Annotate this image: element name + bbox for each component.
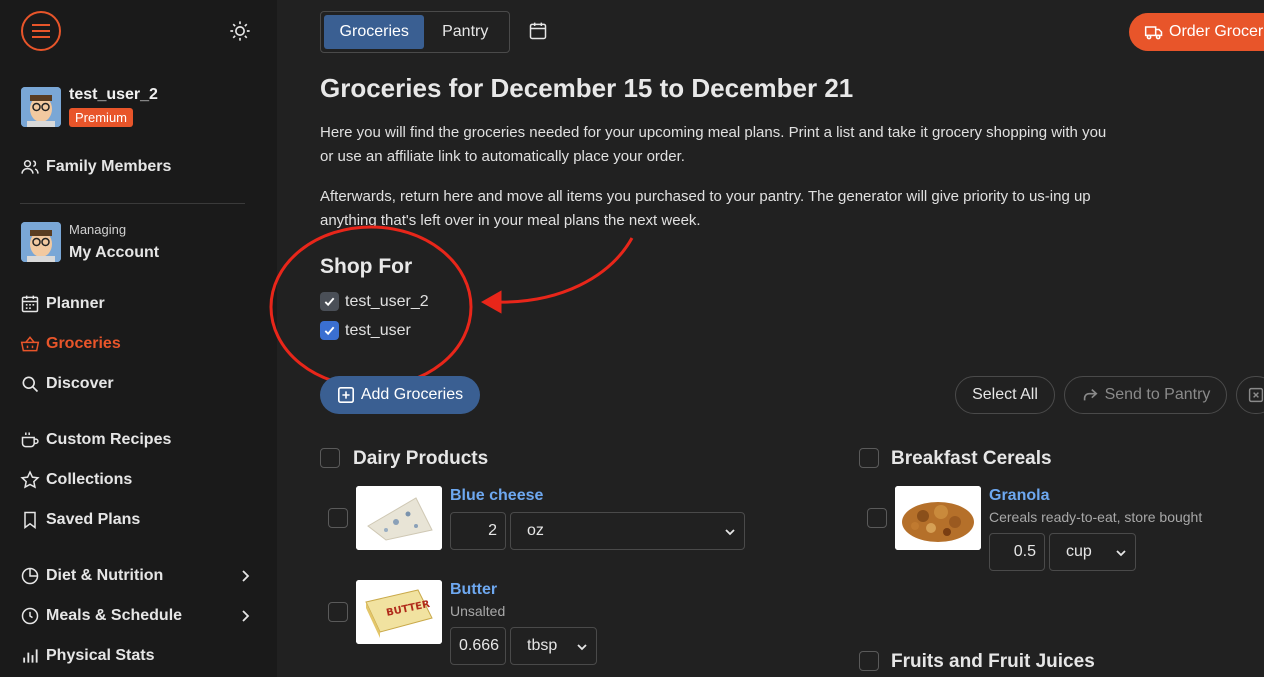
x-square-icon — [1248, 387, 1264, 403]
user-name: test_user_2 — [69, 86, 158, 103]
sidebar-item-planner[interactable]: Planner — [20, 292, 105, 316]
clock-icon — [21, 607, 39, 625]
search-icon — [22, 376, 39, 393]
sidebar-item-discover[interactable]: Discover — [20, 372, 114, 396]
sidebar-item-label: Physical Stats — [46, 647, 155, 664]
granola-image — [895, 486, 981, 550]
users-icon — [21, 160, 39, 174]
category-checkbox[interactable] — [859, 651, 879, 671]
calendar-icon[interactable] — [528, 21, 548, 41]
order-groceries-button[interactable]: Order Grocer — [1129, 13, 1264, 51]
select-all-button[interactable]: Select All — [955, 376, 1055, 414]
sidebar-item-collections[interactable]: Collections — [20, 468, 132, 492]
item-subtitle: Unsalted — [450, 603, 506, 619]
sidebar-item-label: Collections — [46, 471, 133, 488]
truck-icon — [1144, 26, 1163, 40]
sidebar-divider — [20, 203, 245, 204]
managing-avatar[interactable] — [21, 222, 61, 262]
unit-select[interactable]: oz — [510, 512, 745, 550]
page-title: Groceries for December 15 to December 21 — [320, 73, 854, 103]
chevron-right-icon[interactable] — [238, 609, 252, 623]
managing-account[interactable]: My Account — [69, 244, 159, 262]
chevron-right-icon[interactable] — [238, 569, 252, 583]
family-members-link[interactable]: Family Members — [20, 155, 171, 179]
basket-icon — [20, 336, 40, 352]
category-checkbox[interactable] — [859, 448, 879, 468]
tab-pantry[interactable]: Pantry — [424, 15, 506, 49]
sun-icon[interactable] — [229, 20, 251, 42]
menu-button[interactable] — [21, 11, 61, 51]
sidebar: test_user_2 Premium Family Members Manag… — [0, 0, 277, 677]
unit-select-value: oz — [527, 522, 544, 539]
item-name[interactable]: Blue cheese — [450, 487, 543, 505]
sidebar-item-custom-recipes[interactable]: Custom Recipes — [20, 428, 171, 452]
sidebar-item-label: Meals & Schedule — [46, 607, 183, 624]
category-checkbox[interactable] — [320, 448, 340, 468]
chevron-down-icon — [1116, 550, 1126, 557]
tab-groceries[interactable]: Groceries — [324, 15, 425, 49]
unit-select-value: cup — [1066, 543, 1092, 560]
sidebar-item-meals-schedule[interactable]: Meals & Schedule — [20, 604, 182, 628]
sidebar-item-label: Groceries — [46, 335, 121, 352]
unit-select[interactable]: cup — [1049, 533, 1136, 571]
send-to-pantry-label: Send to Pantry — [1104, 386, 1211, 403]
sidebar-item-label: Saved Plans — [46, 511, 141, 528]
unit-select-value: tbsp — [527, 637, 558, 654]
sidebar-item-label: Discover — [46, 375, 114, 392]
blue-cheese-image — [356, 486, 442, 550]
sidebar-item-saved-plans[interactable]: Saved Plans — [20, 508, 140, 532]
category-title: Dairy Products — [353, 448, 489, 469]
bookmark-icon — [24, 511, 36, 529]
category-title: Fruits and Fruit Juices — [891, 651, 1095, 672]
bar-chart-icon — [23, 649, 38, 663]
intro-paragraph: Here you will find the groceries needed … — [320, 124, 1107, 165]
send-to-pantry-button[interactable]: Send to Pantry — [1064, 376, 1227, 414]
add-groceries-button[interactable]: Add Groceries — [320, 376, 480, 414]
item-checkbox[interactable] — [328, 602, 348, 622]
avatar[interactable] — [21, 87, 61, 127]
butter-image: BUTTER — [356, 580, 442, 644]
item-name[interactable]: Butter — [450, 581, 497, 599]
annotation-circle — [269, 225, 473, 389]
category-title: Breakfast Cereals — [891, 448, 1052, 469]
item-name[interactable]: Granola — [989, 487, 1049, 505]
sidebar-item-label: Diet & Nutrition — [46, 567, 164, 584]
forward-icon — [1083, 388, 1098, 401]
sidebar-item-label: Custom Recipes — [46, 431, 172, 448]
annotation-arrow — [480, 237, 634, 314]
quantity-input[interactable]: 2 — [450, 512, 506, 550]
pie-chart-icon — [21, 567, 39, 585]
add-groceries-label: Add Groceries — [360, 386, 464, 403]
sidebar-item-groceries[interactable]: Groceries — [20, 332, 121, 356]
menu-icon — [32, 24, 50, 38]
cup-icon — [21, 432, 39, 448]
order-groceries-label: Order Grocer — [1169, 23, 1264, 40]
view-tabs: Groceries Pantry — [320, 11, 510, 53]
chevron-down-icon — [577, 644, 587, 651]
sidebar-item-physical-stats[interactable]: Physical Stats — [20, 644, 155, 668]
unit-select[interactable]: tbsp — [510, 627, 597, 665]
quantity-input[interactable]: 0.666 — [450, 627, 506, 665]
item-checkbox[interactable] — [328, 508, 348, 528]
quantity-input[interactable]: 0.5 — [989, 533, 1045, 571]
delete-selected-button[interactable] — [1236, 376, 1264, 414]
plus-square-icon — [337, 386, 354, 404]
item-subtitle: Cereals ready-to-eat, store bought — [989, 509, 1203, 525]
item-checkbox[interactable] — [867, 508, 887, 528]
managing-label: Managing — [69, 222, 127, 237]
sidebar-item-label: Planner — [46, 295, 105, 312]
sidebar-item-diet-nutrition[interactable]: Diet & Nutrition — [20, 564, 163, 588]
star-icon — [20, 470, 40, 489]
chevron-down-icon — [725, 529, 735, 536]
premium-badge: Premium — [69, 108, 134, 127]
calendar-grid-icon — [21, 295, 39, 313]
family-members-label: Family Members — [46, 158, 172, 175]
